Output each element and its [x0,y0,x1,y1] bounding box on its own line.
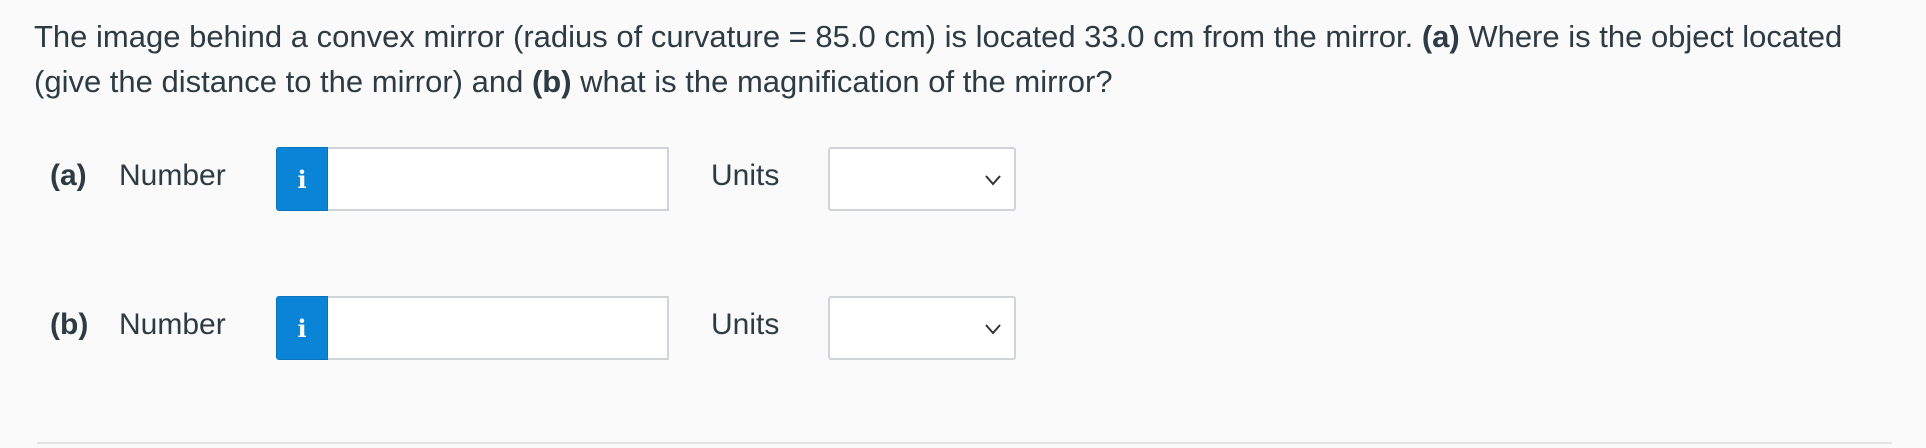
question-part-b-marker: (b) [531,64,572,99]
divider [37,442,1892,444]
question-text: The image behind a convex mirror (radius… [34,14,1894,104]
units-label-a: Units [711,159,780,192]
number-label-b: Number [119,308,226,341]
units-select-a[interactable] [828,147,1016,211]
question-part-a-marker: (a) [1421,19,1460,54]
chevron-down-icon [985,324,1001,335]
units-label-b: Units [711,308,780,341]
info-icon: i [297,164,307,194]
part-b-label: (b) [50,308,89,341]
number-input-a[interactable] [328,147,669,211]
number-input-b[interactable] [328,296,669,360]
info-icon: i [297,313,307,343]
question-text-part-3: what is the magnification of the mirror? [571,64,1113,99]
number-label-a: Number [119,159,226,192]
answer-row-a: (a) Number i Units [0,147,1926,213]
answer-row-b: (b) Number i Units [0,296,1926,362]
question-text-part-1: The image behind a convex mirror (radius… [34,19,1422,54]
chevron-down-icon [985,175,1001,186]
info-button-a[interactable]: i [276,147,328,211]
part-a-label: (a) [50,159,87,192]
units-select-b[interactable] [828,296,1016,360]
info-button-b[interactable]: i [276,296,328,360]
